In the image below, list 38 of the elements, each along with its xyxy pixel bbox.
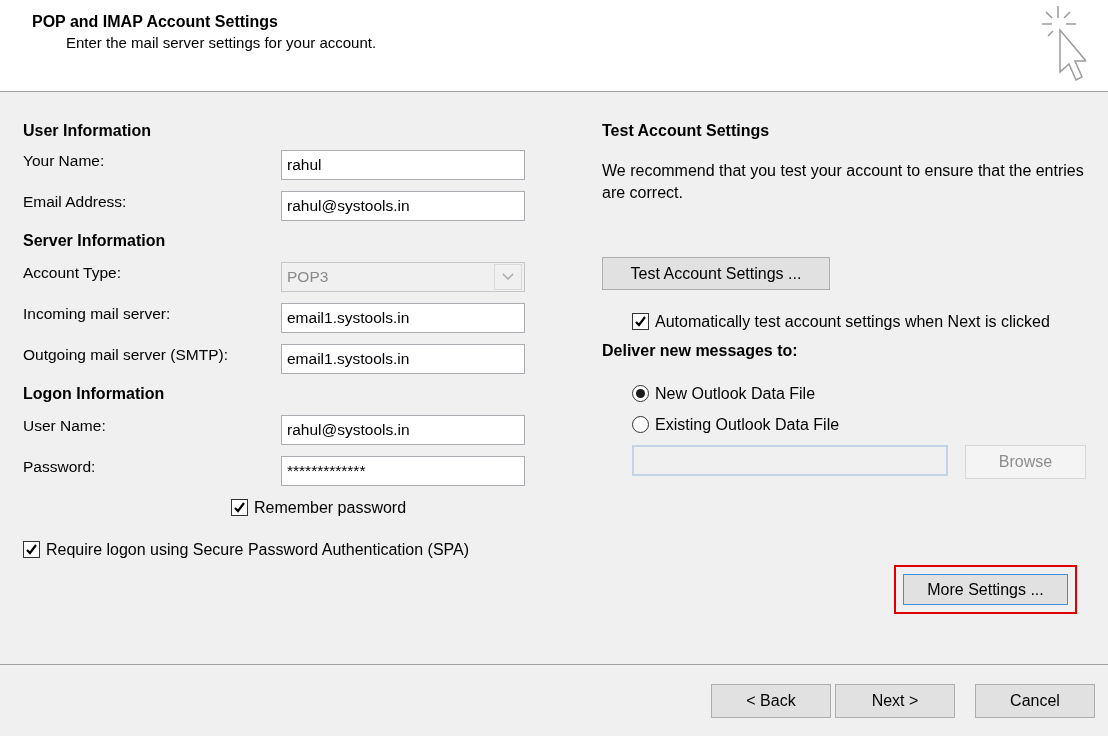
radio-button[interactable] [632, 385, 649, 402]
radio-label: Existing Outlook Data File [655, 415, 840, 435]
input-field[interactable]: rahul@systools.in [281, 191, 525, 221]
field-label: Outgoing mail server (SMTP): [23, 345, 229, 364]
section-heading: Server Information [23, 232, 167, 251]
section-heading: User Information [23, 122, 152, 141]
file-path-field[interactable] [632, 445, 948, 476]
checkbox-label: Automatically test account settings when Next is clicked [655, 312, 1050, 332]
input-field[interactable]: ************* [281, 456, 525, 486]
section-heading: Test Account Settings [602, 122, 771, 141]
radio-label: New Outlook Data File [655, 384, 816, 404]
more-settings-button[interactable]: More Settings ... [903, 574, 1068, 605]
field-label: Your Name: [23, 151, 106, 170]
section-heading: Logon Information [23, 385, 166, 404]
checkbox[interactable] [632, 313, 649, 330]
chevron-down-icon [494, 264, 522, 290]
dialog-subtitle: Enter the mail server settings for your account. [65, 34, 377, 51]
field-label: Password: [23, 457, 97, 476]
checkbox-label: Remember password [254, 498, 407, 518]
radio-button[interactable] [632, 416, 649, 433]
input-field[interactable]: email1.systools.in [281, 344, 525, 374]
field-label: Account Type: [23, 263, 122, 282]
section-heading: Deliver new messages to: [602, 342, 799, 361]
field-label: Incoming mail server: [23, 304, 172, 323]
dialog-button[interactable]: Cancel [975, 683, 1095, 718]
dialog-button[interactable]: Next > [835, 683, 955, 718]
checkbox-label: Require logon using Secure Password Authentication (SPA) [46, 540, 470, 560]
input-field[interactable]: rahul@systools.in [281, 415, 525, 445]
input-field[interactable]: email1.systools.in [281, 303, 525, 333]
checkbox[interactable] [231, 499, 248, 516]
test-account-settings-button[interactable]: Test Account Settings ... [602, 257, 830, 290]
field-label: User Name: [23, 416, 107, 435]
field-label: Email Address: [23, 192, 128, 211]
checkbox[interactable] [23, 541, 40, 558]
input-field[interactable]: rahul [281, 150, 525, 180]
dialog-button[interactable]: < Back [711, 683, 831, 718]
description-text: We recommend that you test your account to ensure that the entries are correct. [602, 161, 1085, 203]
dialog-title: POP and IMAP Account Settings [32, 13, 279, 31]
